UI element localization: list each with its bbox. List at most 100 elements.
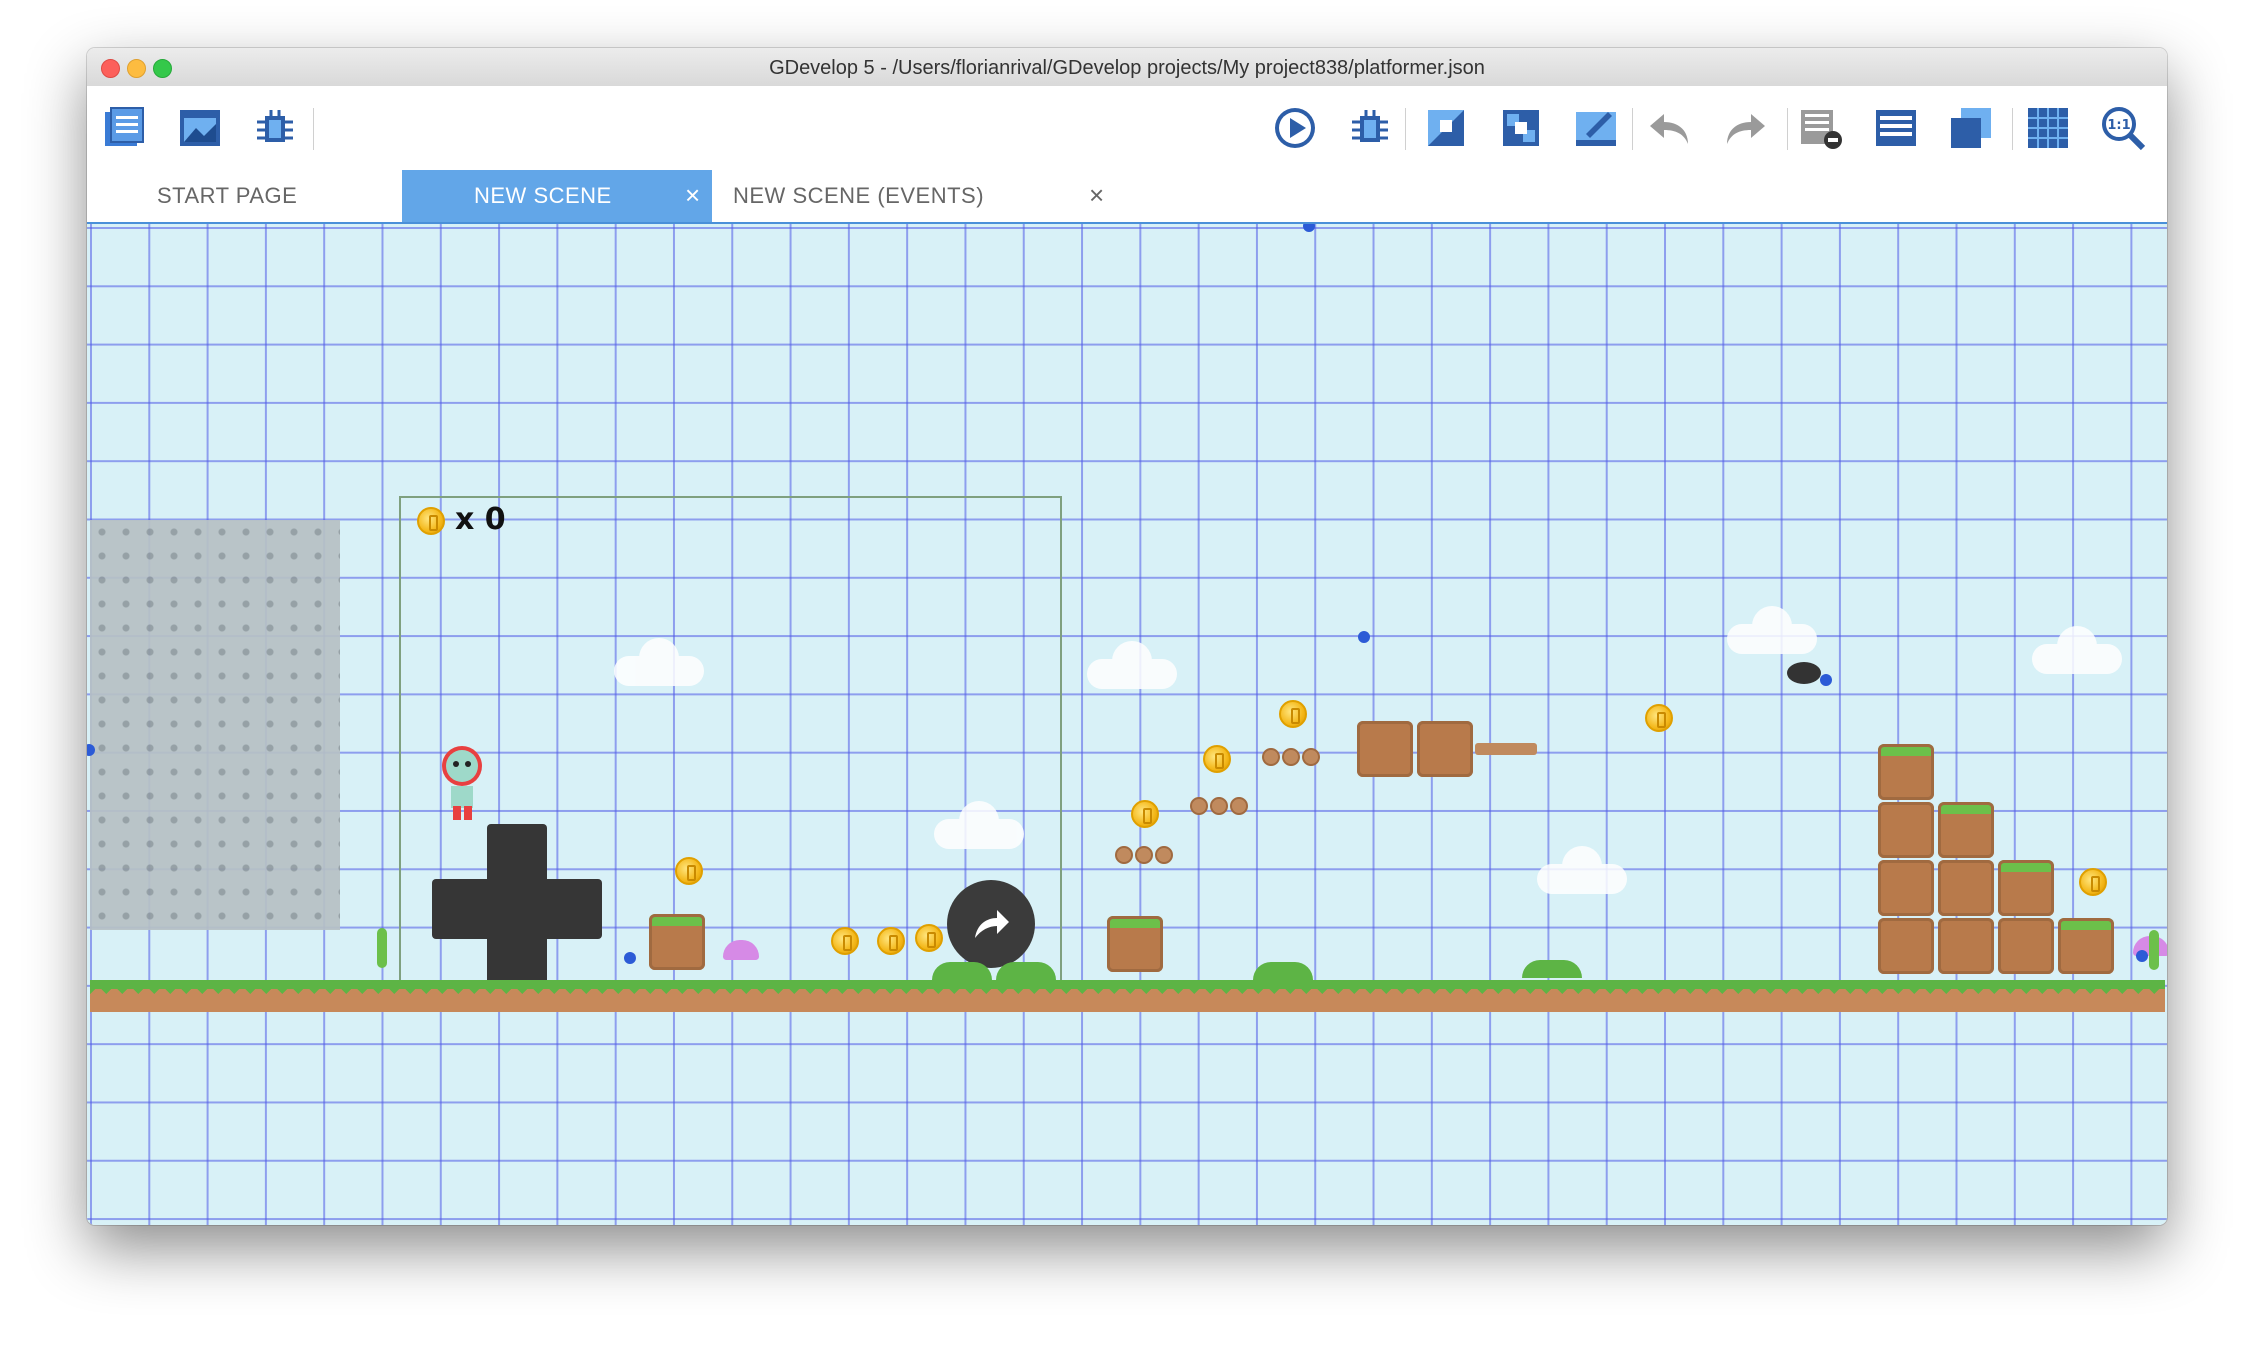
layers-button[interactable]	[1945, 102, 1997, 154]
coin[interactable]	[831, 927, 859, 955]
redo-button[interactable]	[1719, 102, 1771, 154]
instances-list-button[interactable]	[1795, 102, 1847, 154]
tab-label: NEW SCENE	[474, 183, 612, 208]
cloud	[1537, 846, 1627, 894]
grid-button[interactable]	[2022, 102, 2074, 154]
coin[interactable]	[1279, 700, 1307, 728]
dirt-block[interactable]	[1878, 918, 1934, 974]
selection-handle[interactable]	[1358, 631, 1370, 643]
close-icon[interactable]: ×	[685, 180, 701, 211]
brick-platform[interactable]	[1190, 797, 1248, 815]
properties-icon	[1576, 112, 1616, 146]
project-manager-button[interactable]	[99, 102, 151, 154]
toolbar-separator	[1632, 108, 1633, 150]
zoom-reset-button[interactable]: 1:1	[2097, 102, 2149, 154]
window-title: GDevelop 5 - /Users/florianrival/GDevelo…	[769, 57, 1485, 79]
objects-icon	[1428, 110, 1464, 146]
project-manager-icon	[105, 107, 144, 146]
preview-button[interactable]	[1269, 102, 1321, 154]
redo-icon	[1727, 114, 1765, 144]
fly-enemy[interactable]	[1787, 662, 1821, 684]
layers-list-button[interactable]	[1870, 102, 1922, 154]
grass-block[interactable]	[1938, 802, 1994, 858]
bush-decoration[interactable]	[932, 962, 992, 980]
debug-preview-button[interactable]	[1344, 102, 1396, 154]
dpad-horizontal	[432, 879, 602, 939]
object-groups-icon	[1503, 110, 1539, 146]
dirt-block[interactable]	[1878, 802, 1934, 858]
selection-handle[interactable]	[1820, 674, 1832, 686]
bush-decoration[interactable]	[1253, 962, 1313, 980]
debugger-icon	[257, 110, 293, 142]
cloud	[1727, 606, 1817, 654]
cactus-decoration[interactable]	[377, 928, 387, 968]
grass-block[interactable]	[1107, 916, 1163, 972]
object-groups-button[interactable]	[1495, 102, 1547, 154]
player-character[interactable]	[437, 744, 487, 824]
grass-block[interactable]	[2058, 918, 2114, 974]
dirt-block[interactable]	[1938, 860, 1994, 916]
dirt-block[interactable]	[1357, 721, 1413, 777]
coin[interactable]	[915, 924, 943, 952]
undo-icon	[1650, 114, 1688, 144]
layers-list-icon	[1876, 110, 1916, 146]
tab-start-page[interactable]: START PAGE	[157, 170, 347, 222]
scene-button[interactable]	[174, 102, 226, 154]
selection-handle[interactable]	[1303, 224, 1315, 232]
scene-icon	[180, 110, 220, 146]
jump-button[interactable]	[947, 880, 1035, 968]
dirt-block[interactable]	[1998, 918, 2054, 974]
undo-button[interactable]	[1644, 102, 1696, 154]
tab-label: START PAGE	[157, 183, 298, 208]
close-icon[interactable]: ×	[1089, 180, 1105, 211]
moving-plank[interactable]	[1475, 743, 1537, 755]
jump-arrow-icon	[975, 910, 1009, 938]
cloud	[934, 801, 1024, 849]
selection-handle[interactable]	[624, 952, 636, 964]
cloud	[2032, 626, 2122, 674]
toolbar: 1:1	[87, 86, 2167, 170]
instances-list-icon	[1801, 110, 1842, 149]
brick-platform[interactable]	[1262, 748, 1320, 766]
grass-block[interactable]	[1878, 744, 1934, 800]
scene-editor-canvas[interactable]: x 0	[87, 224, 2167, 1225]
cloud	[614, 638, 704, 686]
objects-button[interactable]	[1420, 102, 1472, 154]
tab-bar: START PAGE NEW SCENE × NEW SCENE (EVENTS…	[87, 170, 2167, 224]
toolbar-separator	[1787, 108, 1788, 150]
ground-platform[interactable]	[90, 980, 2165, 1012]
tab-new-scene-events[interactable]: NEW SCENE (EVENTS) ×	[733, 170, 1123, 222]
app-window: GDevelop 5 - /Users/florianrival/GDevelo…	[87, 48, 2167, 1225]
coin-counter-icon	[417, 507, 445, 535]
selection-handle[interactable]	[2136, 950, 2148, 962]
toolbar-separator	[1405, 108, 1406, 150]
debug-icon	[1352, 110, 1388, 142]
dirt-block[interactable]	[1878, 860, 1934, 916]
properties-button[interactable]	[1570, 102, 1622, 154]
toolbar-separator	[313, 108, 314, 150]
bush-decoration[interactable]	[1522, 960, 1582, 978]
brick-platform[interactable]	[1115, 846, 1173, 864]
dpad-control[interactable]	[432, 824, 602, 994]
grass-block[interactable]	[649, 914, 705, 970]
stone-wall[interactable]	[90, 520, 340, 930]
title-bar: GDevelop 5 - /Users/florianrival/GDevelo…	[87, 48, 2167, 87]
coin[interactable]	[2079, 868, 2107, 896]
coin[interactable]	[1203, 745, 1231, 773]
bush-decoration[interactable]	[996, 962, 1056, 980]
svg-text:1:1: 1:1	[2107, 118, 2130, 133]
coin[interactable]	[675, 857, 703, 885]
cloud	[1087, 641, 1177, 689]
dirt-block[interactable]	[1417, 721, 1473, 777]
dirt-block[interactable]	[1938, 918, 1994, 974]
grass-block[interactable]	[1998, 860, 2054, 916]
cactus-decoration[interactable]	[2149, 930, 2159, 970]
preview-icon	[1275, 108, 1315, 148]
coin[interactable]	[877, 927, 905, 955]
coin[interactable]	[1645, 704, 1673, 732]
debugger-button[interactable]	[249, 102, 301, 154]
zoom-reset-icon: 1:1	[2102, 107, 2146, 151]
tab-new-scene[interactable]: NEW SCENE ×	[402, 170, 712, 222]
coin-counter-text[interactable]: x 0	[455, 502, 506, 537]
coin[interactable]	[1131, 800, 1159, 828]
